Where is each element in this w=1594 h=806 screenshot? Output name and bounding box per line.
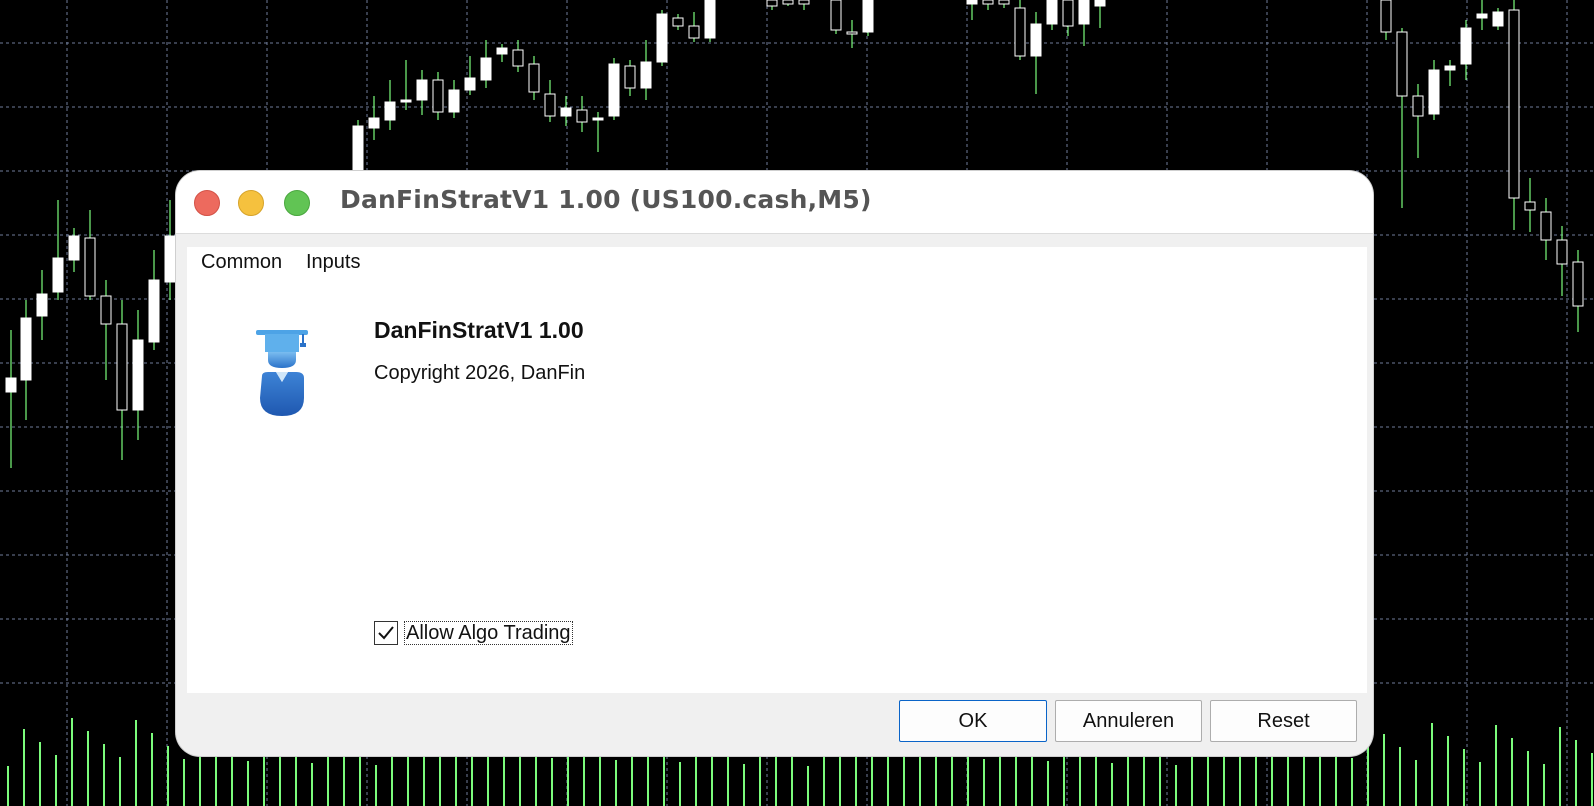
candle-body bbox=[688, 25, 700, 39]
dialog-title: DanFinStratV1 1.00 (US100.cash,M5) bbox=[340, 185, 872, 214]
candle-body bbox=[862, 0, 874, 33]
candle-body bbox=[528, 63, 540, 93]
candle-body bbox=[1030, 23, 1042, 57]
close-window-button[interactable] bbox=[194, 190, 220, 216]
ea-properties-dialog: DanFinStratV1 1.00 (US100.cash,M5) Commo… bbox=[176, 171, 1373, 756]
candle-body bbox=[766, 0, 778, 7]
candle-body bbox=[5, 377, 17, 393]
candle-body bbox=[1556, 239, 1568, 265]
candle-body bbox=[1572, 261, 1584, 307]
candle-body bbox=[116, 323, 128, 411]
candle-body bbox=[608, 63, 620, 117]
common-tab-panel: Common Inputs DanFinStratV1 1.00 Copyrig… bbox=[187, 247, 1367, 693]
cancel-button[interactable]: Annuleren bbox=[1055, 700, 1202, 742]
candle-body bbox=[998, 0, 1010, 5]
candle-body bbox=[592, 117, 604, 121]
allow-algo-trading-checkbox[interactable] bbox=[374, 621, 398, 645]
expert-copyright: Copyright 2026, DanFin bbox=[374, 362, 586, 384]
candle-body bbox=[640, 61, 652, 89]
candle-body bbox=[1380, 0, 1392, 33]
candle-body bbox=[1046, 0, 1058, 25]
candle-body bbox=[1476, 13, 1488, 19]
candle-body bbox=[704, 0, 716, 39]
candle-body bbox=[830, 0, 842, 31]
candle-body bbox=[846, 31, 858, 35]
checkmark-icon bbox=[378, 626, 394, 640]
candle-body bbox=[100, 295, 112, 325]
maximize-window-button[interactable] bbox=[284, 190, 310, 216]
minimize-window-button[interactable] bbox=[238, 190, 264, 216]
candle-body bbox=[368, 117, 380, 129]
reset-button[interactable]: Reset bbox=[1210, 700, 1357, 742]
candle-body bbox=[656, 13, 668, 63]
candle-body bbox=[1062, 0, 1074, 27]
candle-body bbox=[416, 79, 428, 101]
candle-body bbox=[544, 93, 556, 117]
candle-body bbox=[1396, 31, 1408, 97]
candle-body bbox=[480, 57, 492, 81]
candle-body bbox=[464, 77, 476, 91]
candle-body bbox=[966, 0, 978, 5]
candle-body bbox=[1444, 65, 1456, 71]
candle-body bbox=[148, 279, 160, 343]
candle-body bbox=[1492, 11, 1504, 27]
candle-body bbox=[1078, 0, 1090, 25]
ok-button[interactable]: OK bbox=[899, 700, 1047, 742]
candle-body bbox=[782, 0, 794, 5]
candle-body bbox=[1412, 95, 1424, 117]
candle-body bbox=[400, 99, 412, 103]
candle-body bbox=[576, 109, 588, 123]
title-bar[interactable]: DanFinStratV1 1.00 (US100.cash,M5) bbox=[176, 171, 1373, 234]
candle-body bbox=[384, 101, 396, 121]
allow-algo-trading-label[interactable]: Allow Algo Trading bbox=[404, 621, 573, 645]
candle-body bbox=[560, 107, 572, 117]
tab-inputs[interactable]: Inputs bbox=[306, 251, 360, 274]
candle-body bbox=[624, 65, 636, 89]
candle-body bbox=[432, 79, 444, 113]
candle-body bbox=[68, 235, 80, 261]
candle-body bbox=[1524, 201, 1536, 211]
candle-body bbox=[672, 17, 684, 27]
candle-body bbox=[982, 0, 994, 5]
candle-body bbox=[84, 237, 96, 297]
expert-name: DanFinStratV1 1.00 bbox=[374, 317, 584, 343]
candle-body bbox=[496, 47, 508, 55]
candle-body bbox=[1014, 7, 1026, 57]
candle-body bbox=[36, 293, 48, 317]
candle-body bbox=[1094, 0, 1106, 7]
expert-advisor-icon bbox=[256, 330, 308, 416]
candle-body bbox=[1508, 9, 1520, 199]
candle-body bbox=[1460, 27, 1472, 65]
candle-body bbox=[132, 339, 144, 411]
candle-body bbox=[1428, 69, 1440, 115]
candle-body bbox=[798, 0, 810, 5]
candle-body bbox=[448, 89, 460, 113]
candle-body bbox=[512, 49, 524, 67]
candle-body bbox=[1540, 211, 1552, 241]
candle-body bbox=[52, 257, 64, 293]
candle-body bbox=[20, 317, 32, 381]
tab-common[interactable]: Common bbox=[201, 251, 282, 274]
candle-body bbox=[164, 235, 176, 283]
